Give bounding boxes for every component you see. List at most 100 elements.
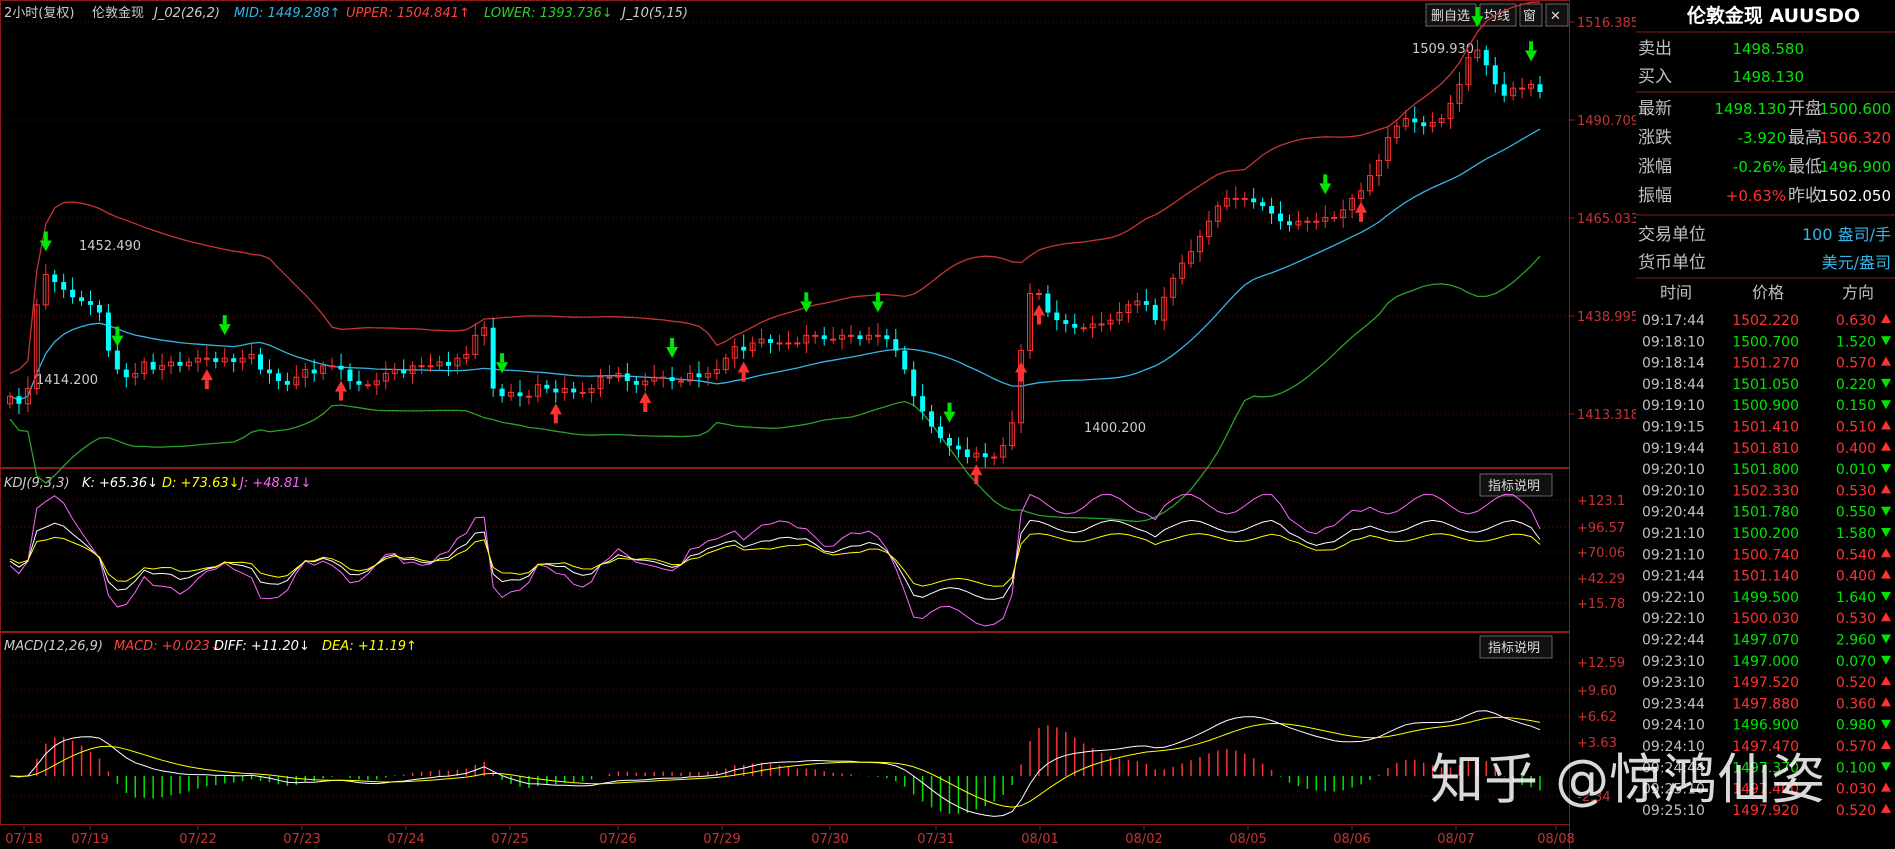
sell-signal-arrow-stem xyxy=(804,292,809,302)
tick-row-price: 1501.140 xyxy=(1732,569,1799,585)
candle-body xyxy=(624,373,630,381)
kdj-explain-label: 指标说明 xyxy=(1488,479,1540,494)
candle-body xyxy=(311,369,317,374)
candle-body xyxy=(606,376,613,379)
tick-row-change: 1.520 xyxy=(1836,334,1876,350)
candle-body xyxy=(79,297,85,302)
tick-row-time: 09:20:10 xyxy=(1642,462,1705,478)
date-tick-label: 07/30 xyxy=(811,832,848,847)
candle-body xyxy=(52,274,58,283)
candle-body xyxy=(114,350,120,370)
candle-body xyxy=(1421,122,1427,127)
quote-row-label: 涨跌 xyxy=(1638,128,1672,148)
annotation-low1: 1414.200 xyxy=(36,373,98,388)
candle-body xyxy=(1045,293,1051,313)
candle-body xyxy=(785,342,792,345)
candle-body xyxy=(1152,304,1158,321)
quote-row-label: 涨幅 xyxy=(1638,157,1672,177)
tick-row-price: 1497.520 xyxy=(1732,675,1799,691)
candle-body xyxy=(231,358,237,362)
tick-row-change: 0.220 xyxy=(1836,377,1876,393)
price-tick-label: 1438.995 xyxy=(1577,310,1639,325)
candle-body xyxy=(1098,323,1105,326)
axis-labels: 1516.385 1490.709 1465.033 1438.995 1413.318… xyxy=(1569,16,1639,805)
kdj-tick-label: +42.29 xyxy=(1577,572,1625,587)
quote-row-label: 开盘 xyxy=(1788,99,1822,119)
watermark: 知乎 @惊鸿仙姿 xyxy=(1430,748,1826,811)
candle-body xyxy=(70,289,76,298)
unit-value: 100 盎司/手 xyxy=(1802,225,1891,244)
annotation-low2: 1400.200 xyxy=(1084,421,1146,436)
candle-body xyxy=(123,369,129,378)
tick-row-price: 1501.810 xyxy=(1732,441,1799,457)
macd-tick-label: +9.60 xyxy=(1577,684,1617,699)
sell-label: 卖出 xyxy=(1638,39,1672,59)
candle-body xyxy=(1286,221,1292,226)
buy-signal-arrow xyxy=(970,464,983,476)
candle-body xyxy=(105,312,111,351)
tick-row-price: 1497.880 xyxy=(1732,696,1799,712)
candle-body xyxy=(1072,323,1078,328)
chart-canvas[interactable]: 2小时(复权) 伦敦金现 J_02(26,2) MID: 1449.288↑ U… xyxy=(0,0,1895,849)
lower-value: LOWER: 1393.736↓ xyxy=(484,6,613,21)
candle-body xyxy=(893,339,899,351)
candle-body xyxy=(16,396,22,404)
candle-body xyxy=(544,384,550,389)
tick-row-change: 0.520 xyxy=(1836,803,1876,819)
candle-body xyxy=(499,388,505,397)
quote-row-value: 1498.130 xyxy=(1714,100,1786,118)
date-tick-label: 08/01 xyxy=(1021,832,1058,847)
candle-body xyxy=(830,338,837,341)
tick-header-price: 价格 xyxy=(1752,283,1784,302)
sell-signal-arrow-stem xyxy=(670,337,675,347)
tick-row-time: 09:23:10 xyxy=(1642,675,1705,691)
buy-signal-arrow xyxy=(737,361,750,373)
candle-body xyxy=(776,342,783,345)
macd-tick-label: +12.59 xyxy=(1577,656,1625,671)
date-tick-label: 07/25 xyxy=(491,832,528,847)
candle-body xyxy=(768,339,774,343)
tick-row-price: 1500.200 xyxy=(1732,526,1799,542)
boll-bands xyxy=(9,1,1541,523)
tick-row-time: 09:17:44 xyxy=(1642,313,1705,329)
price-pane-frame xyxy=(0,0,1570,468)
tick-row-price: 1497.000 xyxy=(1732,654,1799,670)
buy-signal-arrow-stem xyxy=(643,402,648,412)
tick-row-time: 09:21:10 xyxy=(1642,547,1705,563)
candle-body xyxy=(1313,220,1320,223)
tick-row-change: 0.570 xyxy=(1836,739,1876,755)
mid-band-line xyxy=(9,128,1541,401)
candle-body xyxy=(920,396,926,412)
tick-row-change: 0.510 xyxy=(1836,420,1876,436)
candle-body xyxy=(857,335,863,340)
tick-row-price: 1500.700 xyxy=(1732,334,1799,350)
candle-body xyxy=(88,301,94,305)
sell-signal-arrow-stem xyxy=(1323,174,1328,184)
tick-header-time: 时间 xyxy=(1660,283,1692,302)
candle-body xyxy=(794,342,801,345)
tick-header-dir: 方向 xyxy=(1842,283,1874,302)
quote-row-label: 昨收 xyxy=(1788,186,1822,206)
tick-row-change: 0.530 xyxy=(1836,483,1876,499)
candle-body xyxy=(347,369,353,381)
candle-body xyxy=(203,357,210,360)
candle-body xyxy=(982,453,988,458)
buy-signal-arrow-stem xyxy=(339,391,344,401)
sell-signal-arrow-stem xyxy=(115,326,120,336)
tick-row-price: 1502.330 xyxy=(1732,483,1799,499)
indicator-name: J_02(26,2) xyxy=(151,6,220,21)
candle-body xyxy=(821,335,827,340)
sell-signal-arrow xyxy=(1525,50,1538,62)
candle-body xyxy=(1501,84,1507,96)
candle-body xyxy=(902,350,908,370)
candle-body xyxy=(1241,197,1248,200)
candle-body xyxy=(1063,320,1069,324)
currency-value: 美元/盎司 xyxy=(1822,253,1891,272)
tick-row-change: 0.360 xyxy=(1836,696,1876,712)
candle-body xyxy=(874,334,881,337)
sell-signal-arrow xyxy=(218,324,231,336)
ma-label: 均线 xyxy=(1484,9,1510,24)
candle-body xyxy=(1412,118,1418,123)
quote-row-label: 振幅 xyxy=(1638,186,1672,206)
currency-label: 货币单位 xyxy=(1638,253,1706,273)
